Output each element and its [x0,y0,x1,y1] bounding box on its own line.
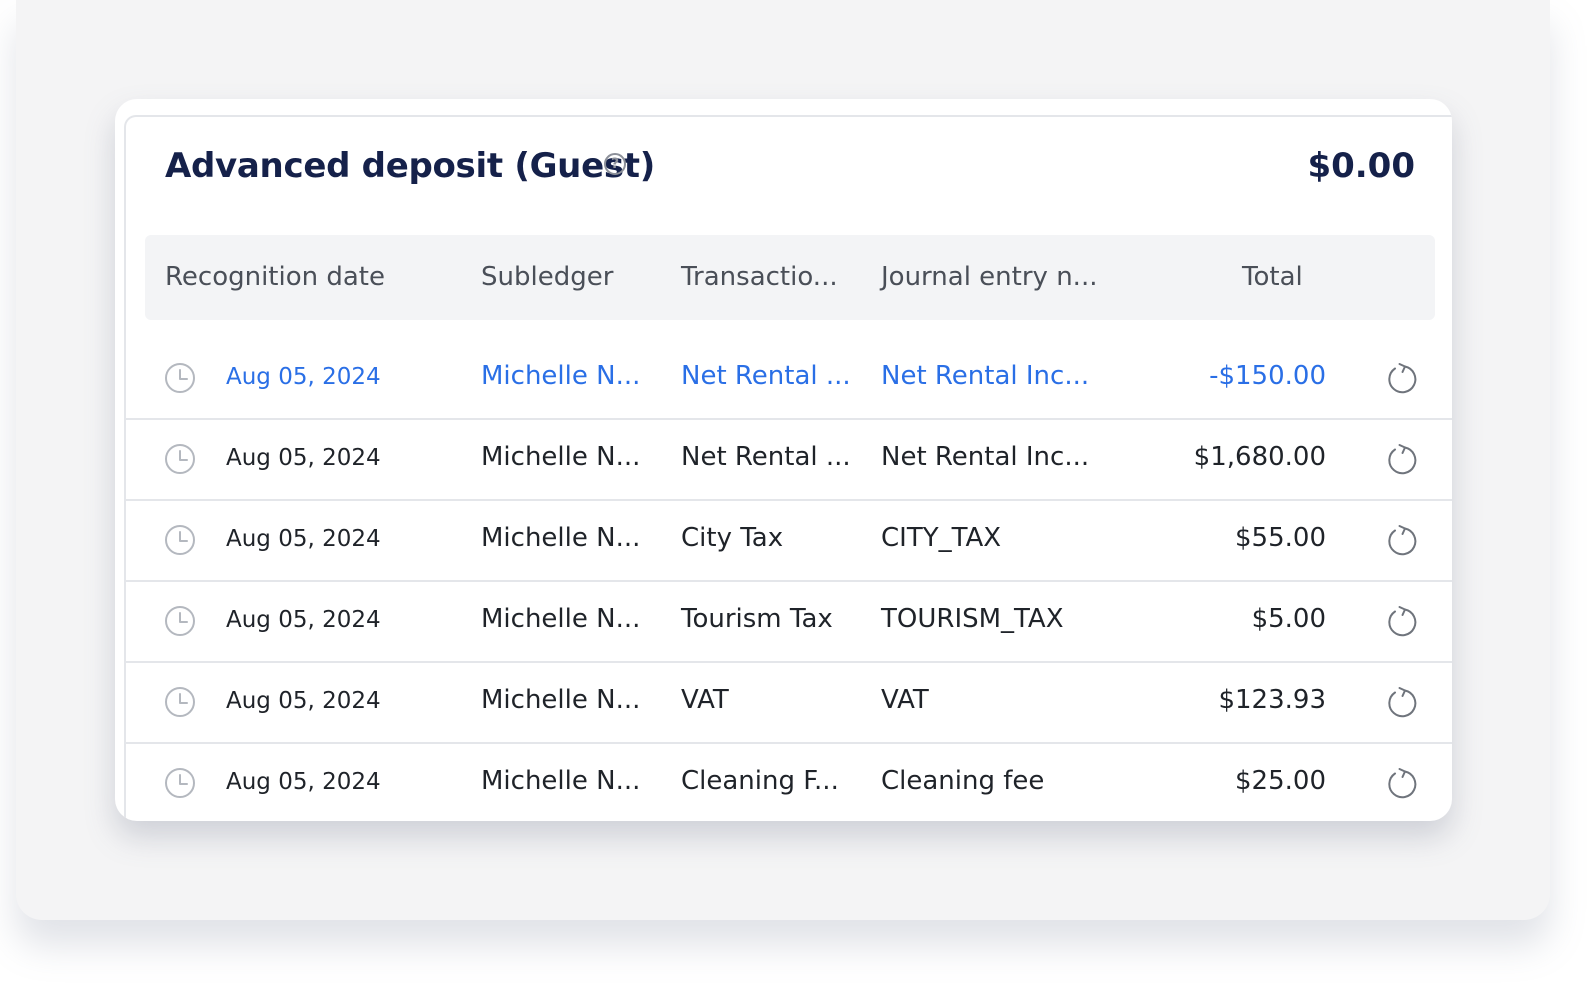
clock-icon [164,524,196,556]
cell-journal-entry[interactable]: Net Rental Inc... [881,361,1089,391]
clock-icon [164,605,196,637]
cell-recognition-date: Aug 05, 2024 [226,526,381,552]
cell-transaction[interactable]: Net Rental ... [681,442,851,472]
cell-recognition-date: Aug 05, 2024 [226,688,381,714]
cell-transaction[interactable]: VAT [681,685,729,715]
cell-total: $123.93 [1218,685,1326,715]
cell-transaction[interactable]: City Tax [681,523,783,553]
cell-total: $1,680.00 [1193,442,1326,472]
table-row[interactable]: Aug 05, 2024 Michelle N... Net Rental ... N… [126,420,1452,501]
question-circle-icon[interactable]: ? [604,153,626,175]
column-header-transaction[interactable]: Transactio... [681,262,838,292]
cell-recognition-date: Aug 05, 2024 [226,607,381,633]
cell-recognition-date: Aug 05, 2024 [226,364,381,390]
table-body: Aug 05, 2024 Michelle N... Net Rental ... N… [126,339,1452,821]
column-header-journal-entry[interactable]: Journal entry n... [881,262,1097,292]
cell-total: -$150.00 [1209,361,1326,391]
column-header-total[interactable]: Total [1242,262,1303,292]
table-row[interactable]: Aug 05, 2024 Michelle N... Net Rental ... N… [126,339,1452,420]
refresh-icon[interactable] [1384,523,1418,557]
refresh-icon[interactable] [1384,361,1418,395]
card-total-amount: $0.00 [1307,146,1415,186]
cell-subledger[interactable]: Michelle N... [481,523,640,553]
cell-journal-entry[interactable]: TOURISM_TAX [881,604,1064,634]
cell-journal-entry[interactable]: CITY_TAX [881,523,1001,553]
card-inner: Advanced deposit (Guest) ? $0.00 Recogni… [124,115,1452,821]
cell-recognition-date: Aug 05, 2024 [226,445,381,471]
clock-icon [164,686,196,718]
refresh-icon[interactable] [1384,685,1418,719]
cell-subledger[interactable]: Michelle N... [481,442,640,472]
table-row[interactable]: Aug 05, 2024 Michelle N... VAT VAT $123.93 [126,663,1452,744]
cell-subledger[interactable]: Michelle N... [481,766,640,796]
cell-journal-entry[interactable]: VAT [881,685,929,715]
refresh-icon[interactable] [1384,442,1418,476]
refresh-icon[interactable] [1384,604,1418,638]
table-header: Recognition date Subledger Transactio...… [145,235,1435,320]
column-header-recognition-date[interactable]: Recognition date [165,262,385,292]
table-row[interactable]: Aug 05, 2024 Michelle N... Tourism Tax TOUR… [126,582,1452,663]
table-row[interactable]: Aug 05, 2024 Michelle N... City Tax CITY_TA… [126,501,1452,582]
cell-transaction[interactable]: Net Rental ... [681,361,851,391]
cell-recognition-date: Aug 05, 2024 [226,769,381,795]
clock-icon [164,362,196,394]
cell-total: $5.00 [1251,604,1326,634]
clock-icon [164,767,196,799]
cell-journal-entry[interactable]: Net Rental Inc... [881,442,1089,472]
cell-subledger[interactable]: Michelle N... [481,361,640,391]
advanced-deposit-card: Advanced deposit (Guest) ? $0.00 Recogni… [115,99,1452,821]
cell-total: $55.00 [1235,523,1326,553]
table-row[interactable]: Aug 05, 2024 Michelle N... Cleaning F... Cl… [126,744,1452,821]
clock-icon [164,443,196,475]
cell-transaction[interactable]: Cleaning F... [681,766,839,796]
cell-journal-entry[interactable]: Cleaning fee [881,766,1044,796]
card-header: Advanced deposit (Guest) ? $0.00 [126,117,1452,213]
cell-total: $25.00 [1235,766,1326,796]
cell-subledger[interactable]: Michelle N... [481,604,640,634]
column-header-subledger[interactable]: Subledger [481,262,613,292]
cell-transaction[interactable]: Tourism Tax [681,604,833,634]
card-title: Advanced deposit (Guest) [165,146,655,186]
cell-subledger[interactable]: Michelle N... [481,685,640,715]
refresh-icon[interactable] [1384,766,1418,800]
